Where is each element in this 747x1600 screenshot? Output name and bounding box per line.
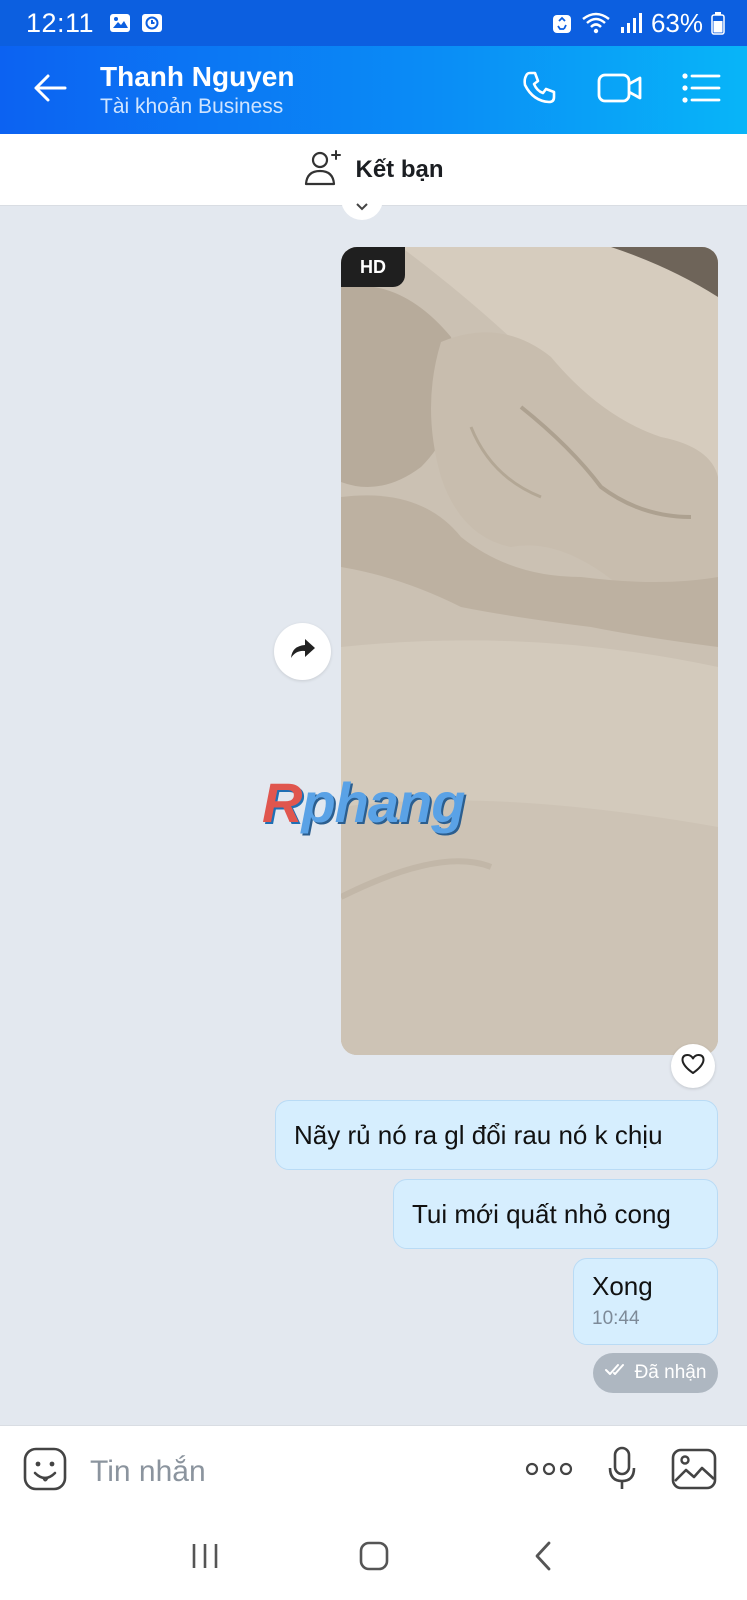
send-image-button[interactable]: [671, 1448, 717, 1495]
add-friend-label: Kết bạn: [355, 155, 444, 183]
chevron-down-icon: [355, 198, 369, 216]
voice-call-button[interactable]: [519, 68, 559, 113]
scroll-up-button[interactable]: [341, 196, 383, 220]
message-input[interactable]: [90, 1454, 390, 1489]
video-message[interactable]: HD: [341, 247, 718, 1055]
microphone-icon: [607, 1446, 637, 1497]
chat-header: Thanh Nguyen Tài khoản Business: [0, 46, 747, 134]
emoji-button[interactable]: [0, 1446, 90, 1497]
clock-app-icon: [140, 11, 164, 35]
contact-info[interactable]: Thanh Nguyen Tài khoản Business: [100, 60, 294, 120]
watermark-rest: phang: [301, 771, 465, 834]
chat-options-button[interactable]: [681, 72, 721, 109]
contact-subtitle: Tài khoản Business: [100, 95, 284, 118]
video-thumbnail: [341, 247, 718, 1055]
hd-badge: HD: [341, 247, 405, 287]
back-arrow-icon: [33, 73, 67, 108]
system-nav-bar: [0, 1517, 747, 1600]
recycle-icon: [551, 11, 573, 35]
image-icon: [671, 1448, 717, 1495]
gallery-icon: [108, 11, 132, 35]
phone-icon: [519, 68, 559, 113]
message-bubble[interactable]: Tui mới quất nhỏ cong: [393, 1179, 718, 1249]
battery-icon: [711, 11, 725, 35]
wifi-icon: [581, 11, 611, 35]
message-composer: [0, 1425, 747, 1517]
message-text: Tui mới quất nhỏ cong: [412, 1198, 671, 1229]
delivery-status-badge: Đã nhận: [593, 1353, 718, 1393]
back-button[interactable]: [0, 46, 100, 134]
signal-icon: [619, 11, 643, 35]
status-time: 12:11: [26, 7, 95, 38]
contact-name: Thanh Nguyen: [100, 61, 295, 92]
emoji-icon: [22, 1446, 68, 1497]
message-text: Xong: [592, 1271, 653, 1301]
menu-list-icon: [681, 72, 721, 109]
add-friend-icon: [303, 147, 343, 192]
battery-percent: 63%: [650, 7, 703, 38]
watermark-first-letter: R: [262, 771, 302, 834]
voice-record-button[interactable]: [607, 1446, 637, 1497]
message-time: 10:44: [592, 1308, 640, 1329]
message-bubble[interactable]: Xong 10:44: [573, 1258, 718, 1345]
double-check-icon: [604, 1362, 629, 1384]
forward-button[interactable]: [274, 623, 331, 680]
recent-apps-button[interactable]: [175, 1529, 235, 1589]
watermark-logo: Rphang: [262, 770, 465, 835]
more-dots-icon: [525, 1461, 573, 1482]
video-call-button[interactable]: [597, 71, 643, 110]
video-call-icon: [597, 71, 643, 110]
home-button[interactable]: [344, 1529, 404, 1589]
home-icon: [358, 1540, 390, 1577]
status-bar: 12:11 63%: [0, 0, 747, 46]
heart-icon: [680, 1052, 706, 1081]
delivery-status-text: Đã nhận: [634, 1362, 707, 1383]
message-bubble[interactable]: Nãy rủ nó ra gl đổi rau nó k chịu: [275, 1100, 718, 1170]
more-options-button[interactable]: [525, 1461, 573, 1482]
system-back-button[interactable]: [513, 1529, 573, 1589]
back-icon: [532, 1540, 554, 1577]
message-text: Nãy rủ nó ra gl đổi rau nó k chịu: [294, 1119, 663, 1150]
react-button[interactable]: [671, 1044, 715, 1088]
share-arrow-icon: [289, 637, 317, 666]
recent-apps-icon: [189, 1542, 221, 1575]
